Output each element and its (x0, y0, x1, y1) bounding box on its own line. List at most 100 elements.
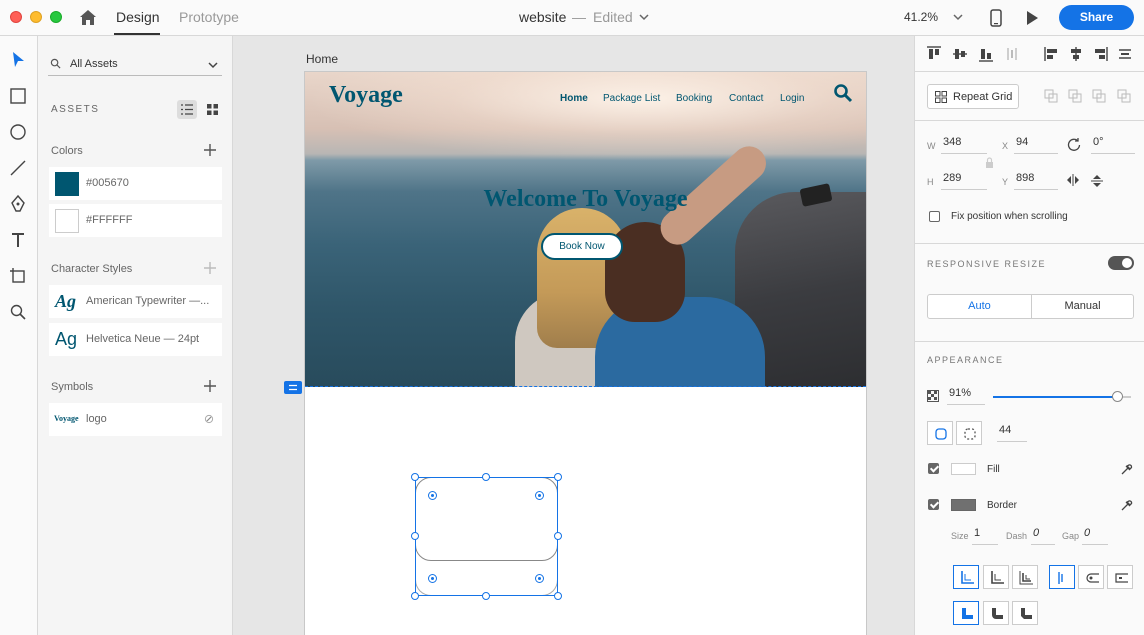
corner-radius-input[interactable]: 44 (997, 424, 1027, 442)
hero-image[interactable]: Voyage Home Package List Booking Contact… (305, 72, 866, 387)
ellipse-icon[interactable] (8, 122, 28, 142)
resize-handle-right[interactable] (554, 532, 562, 540)
site-nav-package-list[interactable]: Package List (603, 93, 660, 104)
width-input[interactable]: 348 (941, 136, 987, 154)
rotation-input[interactable]: 0° (1091, 136, 1135, 154)
eyedropper-icon[interactable] (1120, 498, 1134, 512)
resize-auto-button[interactable]: Auto (927, 294, 1032, 319)
book-now-button[interactable]: Book Now (541, 233, 623, 260)
flip-vertical-icon[interactable] (1091, 174, 1103, 188)
distribute-horizontal-icon[interactable] (1117, 46, 1133, 62)
minimize-window-button[interactable] (30, 11, 42, 23)
opacity-slider-thumb[interactable] (1112, 391, 1123, 402)
stroke-inner-button[interactable] (953, 565, 979, 589)
artboard-home[interactable]: Voyage Home Package List Booking Contact… (304, 71, 867, 635)
zoom-level[interactable]: 41.2% (904, 10, 938, 24)
site-nav-login[interactable]: Login (780, 93, 804, 104)
text-icon[interactable] (8, 230, 28, 250)
fill-checkbox[interactable] (928, 463, 939, 474)
resize-handle-bottom-right[interactable] (554, 592, 562, 600)
site-search-icon[interactable] (833, 83, 853, 103)
hero-title[interactable]: Welcome To Voyage (305, 186, 866, 213)
home-icon[interactable] (79, 9, 97, 27)
boolean-add-icon[interactable] (1044, 89, 1058, 103)
border-checkbox[interactable] (928, 499, 939, 510)
chevron-down-icon[interactable] (639, 12, 649, 22)
device-preview-icon[interactable] (990, 9, 1002, 27)
cap-butt-button[interactable] (1049, 565, 1075, 589)
cap-square-button[interactable] (1107, 565, 1133, 589)
cap-round-button[interactable] (1078, 565, 1104, 589)
add-character-style-icon[interactable] (204, 262, 216, 274)
grid-view-button[interactable] (203, 100, 223, 119)
add-symbol-icon[interactable] (204, 380, 216, 392)
align-center-icon[interactable] (1068, 46, 1084, 62)
add-color-icon[interactable] (204, 144, 216, 156)
individual-corners-button[interactable] (956, 421, 982, 445)
border-gap-input[interactable]: 0 (1082, 527, 1108, 545)
opacity-input[interactable]: 91% (947, 387, 985, 405)
resize-handle-top[interactable] (482, 473, 490, 481)
boolean-intersect-icon[interactable] (1092, 89, 1106, 103)
lock-aspect-icon[interactable] (985, 157, 994, 169)
zoom-window-button[interactable] (50, 11, 62, 23)
border-dash-input[interactable]: 0 (1031, 527, 1055, 545)
chevron-down-icon[interactable] (953, 12, 963, 22)
y-input[interactable]: 898 (1014, 172, 1058, 190)
corner-radius-handle[interactable] (535, 491, 544, 500)
link-icon[interactable] (204, 414, 214, 424)
artboard-icon[interactable] (8, 266, 28, 286)
boolean-exclude-icon[interactable] (1117, 89, 1131, 103)
zoom-icon[interactable] (8, 302, 28, 322)
fix-position-checkbox[interactable] (929, 211, 940, 222)
resize-manual-button[interactable]: Manual (1031, 294, 1134, 319)
boolean-subtract-icon[interactable] (1068, 89, 1082, 103)
align-middle-icon[interactable] (952, 46, 968, 62)
tab-design[interactable]: Design (116, 9, 160, 25)
corner-radius-handle[interactable] (428, 491, 437, 500)
resize-handle-bottom-left[interactable] (411, 592, 419, 600)
color-swatch-item[interactable]: #005670 (49, 167, 222, 200)
character-style-item[interactable]: Ag American Typewriter —... (49, 285, 222, 318)
height-input[interactable]: 289 (941, 172, 987, 190)
site-nav-booking[interactable]: Booking (676, 93, 712, 104)
stroke-center-button[interactable] (983, 565, 1009, 589)
corner-radius-handle[interactable] (535, 574, 544, 583)
character-style-item[interactable]: Ag Helvetica Neue — 24pt (49, 323, 222, 356)
align-bottom-icon[interactable] (978, 46, 994, 62)
site-nav-contact[interactable]: Contact (729, 93, 763, 104)
join-round-button[interactable] (983, 601, 1009, 625)
resize-handle-top-left[interactable] (411, 473, 419, 481)
resize-handle-bottom[interactable] (482, 592, 490, 600)
line-icon[interactable] (8, 158, 28, 178)
padding-handle[interactable] (284, 381, 302, 394)
uniform-corner-button[interactable] (927, 421, 953, 445)
stroke-outer-button[interactable] (1012, 565, 1038, 589)
x-input[interactable]: 94 (1014, 136, 1058, 154)
eyedropper-icon[interactable] (1120, 462, 1134, 476)
share-button[interactable]: Share (1059, 5, 1134, 30)
border-size-input[interactable]: 1 (972, 527, 998, 545)
site-nav-home[interactable]: Home (560, 93, 588, 104)
border-color-swatch[interactable] (951, 499, 976, 511)
pen-icon[interactable] (8, 194, 28, 214)
repeat-grid-button[interactable]: Repeat Grid (927, 84, 1019, 109)
list-view-button[interactable] (177, 100, 197, 119)
align-top-icon[interactable] (926, 46, 942, 62)
responsive-resize-toggle[interactable] (1108, 256, 1134, 270)
align-right-icon[interactable] (1092, 46, 1108, 62)
resize-handle-top-right[interactable] (554, 473, 562, 481)
artboard-label[interactable]: Home (306, 52, 338, 66)
symbol-item[interactable]: Voyage logo (49, 403, 222, 436)
design-canvas[interactable]: Home Voyage Home Package List Booking Co… (233, 36, 914, 635)
tab-prototype[interactable]: Prototype (179, 9, 239, 25)
play-icon[interactable] (1025, 10, 1039, 26)
align-left-icon[interactable] (1044, 46, 1060, 62)
corner-radius-handle[interactable] (428, 574, 437, 583)
select-icon[interactable] (8, 50, 28, 70)
resize-handle-left[interactable] (411, 532, 419, 540)
rectangle-icon[interactable] (8, 86, 28, 106)
join-bevel-button[interactable] (1012, 601, 1038, 625)
close-window-button[interactable] (10, 11, 22, 23)
assets-filter-dropdown[interactable]: All Assets (48, 54, 222, 76)
